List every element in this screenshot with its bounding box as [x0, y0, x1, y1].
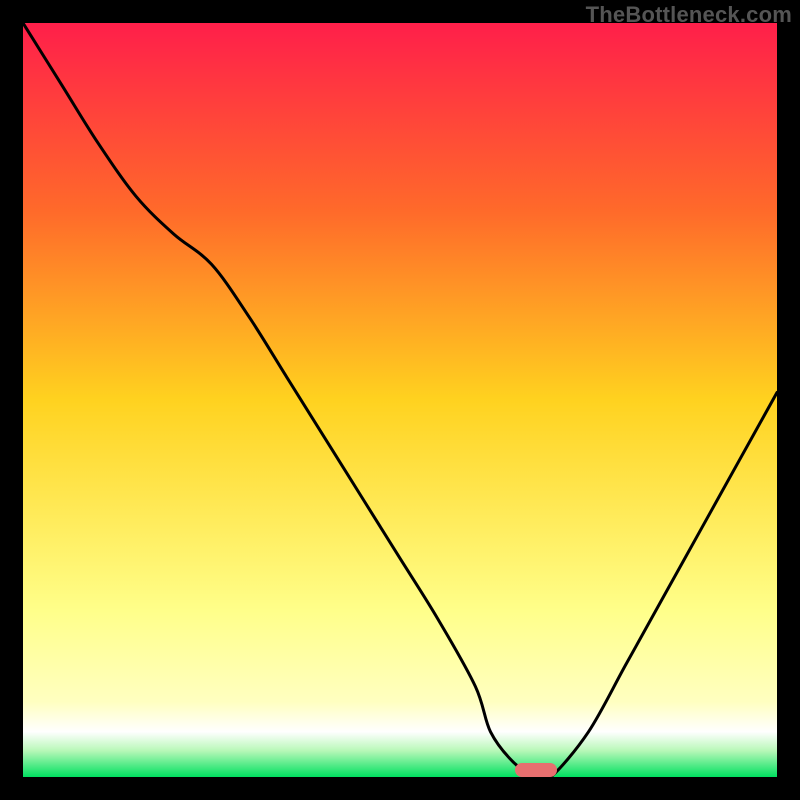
plot-svg [23, 23, 777, 777]
chart-canvas: TheBottleneck.com [0, 0, 800, 800]
plot-area [23, 23, 777, 777]
watermark-text: TheBottleneck.com [586, 2, 792, 28]
optimal-marker [515, 763, 557, 777]
gradient-bg [23, 23, 777, 777]
